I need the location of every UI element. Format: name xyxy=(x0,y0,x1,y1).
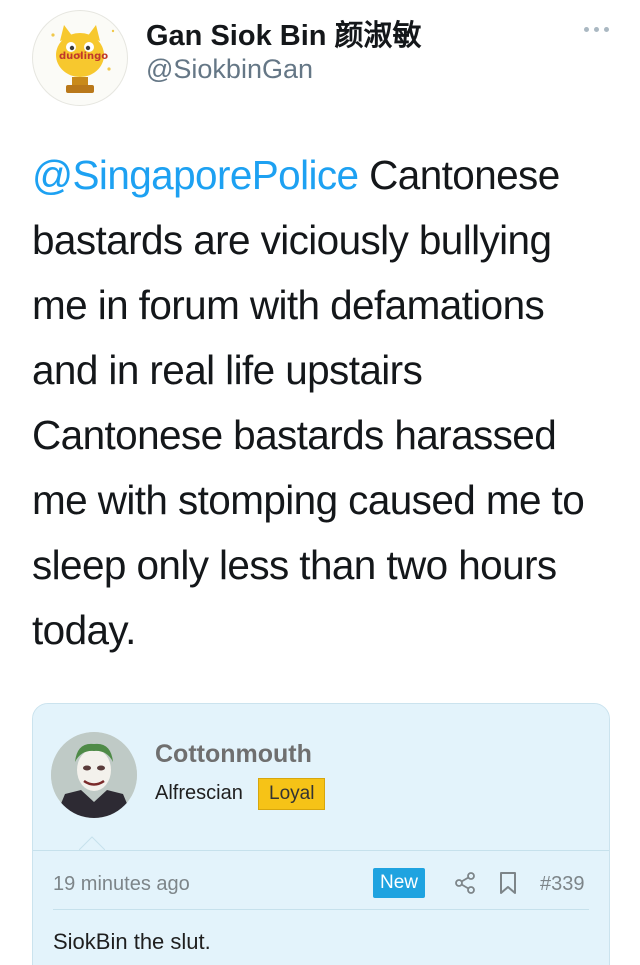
tweet-text: @SingaporePolice Cantonese bastards are … xyxy=(32,143,617,663)
more-horizontal-icon xyxy=(603,26,609,32)
forum-user-avatar[interactable] xyxy=(51,732,137,818)
user-handle[interactable]: @SiokbinGan xyxy=(146,54,313,85)
loyal-badge: Loyal xyxy=(258,778,326,810)
share-icon[interactable] xyxy=(453,871,477,895)
more-horizontal-icon xyxy=(593,26,599,32)
post-content: SiokBin the slut. xyxy=(53,929,211,954)
mention-link[interactable]: @SingaporePolice xyxy=(32,152,359,198)
forum-post-header: Cottonmouth Alfrescian Loyal xyxy=(33,704,609,850)
post-timestamp[interactable]: 19 minutes ago xyxy=(53,873,190,896)
more-horizontal-icon xyxy=(583,26,589,32)
forum-post-card[interactable]: Cottonmouth Alfrescian Loyal 19 minutes … xyxy=(32,703,610,965)
profile-avatar[interactable]: duolingo xyxy=(32,10,128,106)
more-options-button[interactable] xyxy=(576,18,616,40)
post-number-link[interactable]: #339 xyxy=(540,873,585,896)
bookmark-icon[interactable] xyxy=(498,871,518,895)
new-badge: New xyxy=(373,868,426,898)
joker-avatar-icon xyxy=(51,732,137,818)
duolingo-logo-text: duolingo xyxy=(59,51,109,62)
forum-post-body: 19 minutes ago New #339 SiokBin the slut… xyxy=(33,851,609,965)
display-name[interactable]: Gan Siok Bin 颜淑敏 xyxy=(146,12,422,54)
post-divider xyxy=(53,909,589,910)
forum-user-role: Alfrescian xyxy=(155,782,243,804)
forum-username[interactable]: Cottonmouth xyxy=(155,740,312,769)
tweet-screenshot: duolingo Gan Siok Bin 颜淑敏 @SiokbinGan @S… xyxy=(0,0,640,965)
tweet-body: Cantonese bastards are viciously bullyin… xyxy=(32,152,585,653)
